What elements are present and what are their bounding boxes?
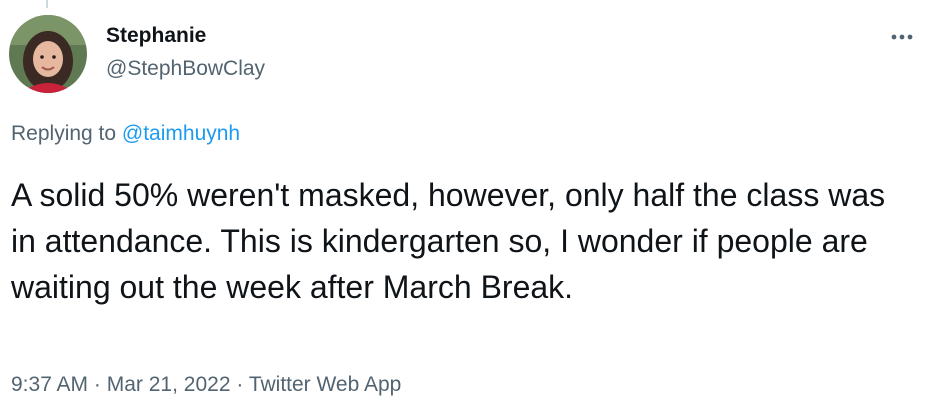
- meta-separator: ·: [236, 373, 244, 396]
- avatar[interactable]: [9, 15, 87, 93]
- more-horizontal-icon: [891, 34, 913, 40]
- tweet-text: A solid 50% weren't masked, however, onl…: [11, 177, 886, 305]
- author-handle[interactable]: @StephBowClay: [106, 57, 265, 81]
- tweet-time[interactable]: 9:37 AM: [11, 373, 88, 396]
- meta-separator: ·: [93, 373, 101, 396]
- tweet-date[interactable]: Mar 21, 2022: [107, 373, 231, 396]
- more-options-button[interactable]: [880, 20, 924, 54]
- avatar-photo: [9, 15, 87, 93]
- tweet-metadata: 9:37 AM · Mar 21, 2022 · Twitter Web App: [11, 373, 401, 397]
- thread-connector-line: [46, 0, 48, 8]
- author-name[interactable]: Stephanie: [106, 24, 206, 48]
- replying-to-mention[interactable]: @taimhuynh: [122, 122, 240, 145]
- tweet-source[interactable]: Twitter Web App: [249, 373, 402, 396]
- replying-to-line: Replying to @taimhuynh: [11, 122, 240, 146]
- replying-to-label: Replying to: [11, 122, 117, 145]
